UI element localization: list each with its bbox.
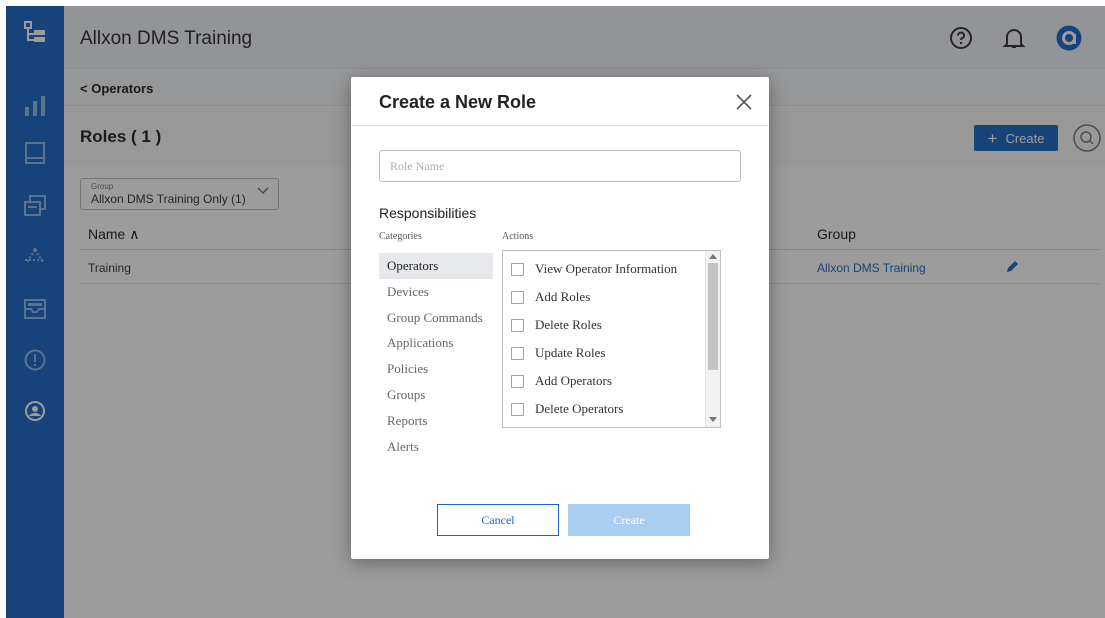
- action-item[interactable]: Add Operators: [511, 371, 612, 391]
- action-label: Add Roles: [535, 289, 591, 304]
- dialog-title: Create a New Role: [379, 92, 537, 112]
- action-item[interactable]: Delete Roles: [511, 315, 602, 335]
- action-label: Delete Roles: [535, 317, 602, 332]
- checkbox[interactable]: [511, 402, 524, 416]
- action-label: Delete Operators: [535, 401, 624, 416]
- category-reports[interactable]: Reports: [379, 408, 493, 434]
- create-role-dialog: Create a New Role Responsibilities Categ…: [351, 77, 769, 559]
- checkbox[interactable]: [511, 262, 524, 276]
- action-item[interactable]: Delete Operators: [511, 399, 623, 419]
- category-group-commands[interactable]: Group Commands: [379, 305, 493, 331]
- checkbox[interactable]: [511, 290, 524, 304]
- dialog-divider: [351, 125, 769, 126]
- create-button[interactable]: Create: [568, 504, 690, 536]
- actions-label: Actions: [502, 231, 534, 242]
- action-item[interactable]: Add Roles: [511, 287, 590, 307]
- role-name-input[interactable]: [379, 150, 741, 182]
- close-icon[interactable]: [734, 92, 754, 112]
- responsibilities-heading: Responsibilities: [379, 205, 477, 221]
- cancel-button[interactable]: Cancel: [437, 504, 559, 536]
- checkbox[interactable]: [511, 374, 524, 388]
- scroll-down-icon[interactable]: [709, 417, 717, 422]
- actions-list: View Operator Information Add Roles Dele…: [502, 250, 721, 428]
- action-label: Add Operators: [535, 373, 612, 388]
- category-alerts[interactable]: Alerts: [379, 434, 493, 460]
- categories-label: Categories: [379, 231, 422, 242]
- checkbox[interactable]: [511, 346, 524, 360]
- category-operators[interactable]: Operators: [379, 253, 493, 279]
- category-applications[interactable]: Applications: [379, 330, 493, 356]
- action-label: View Operator Information: [535, 261, 678, 276]
- checkbox[interactable]: [511, 318, 524, 332]
- scroll-up-icon[interactable]: [709, 254, 717, 259]
- action-item[interactable]: Update Roles: [511, 343, 605, 363]
- category-devices[interactable]: Devices: [379, 279, 493, 305]
- scrollbar-thumb[interactable]: [708, 263, 718, 370]
- category-groups[interactable]: Groups: [379, 382, 493, 408]
- category-list: Operators Devices Group Commands Applica…: [379, 253, 493, 459]
- action-label: Update Roles: [535, 345, 606, 360]
- action-item[interactable]: View Operator Information: [511, 259, 677, 279]
- category-policies[interactable]: Policies: [379, 356, 493, 382]
